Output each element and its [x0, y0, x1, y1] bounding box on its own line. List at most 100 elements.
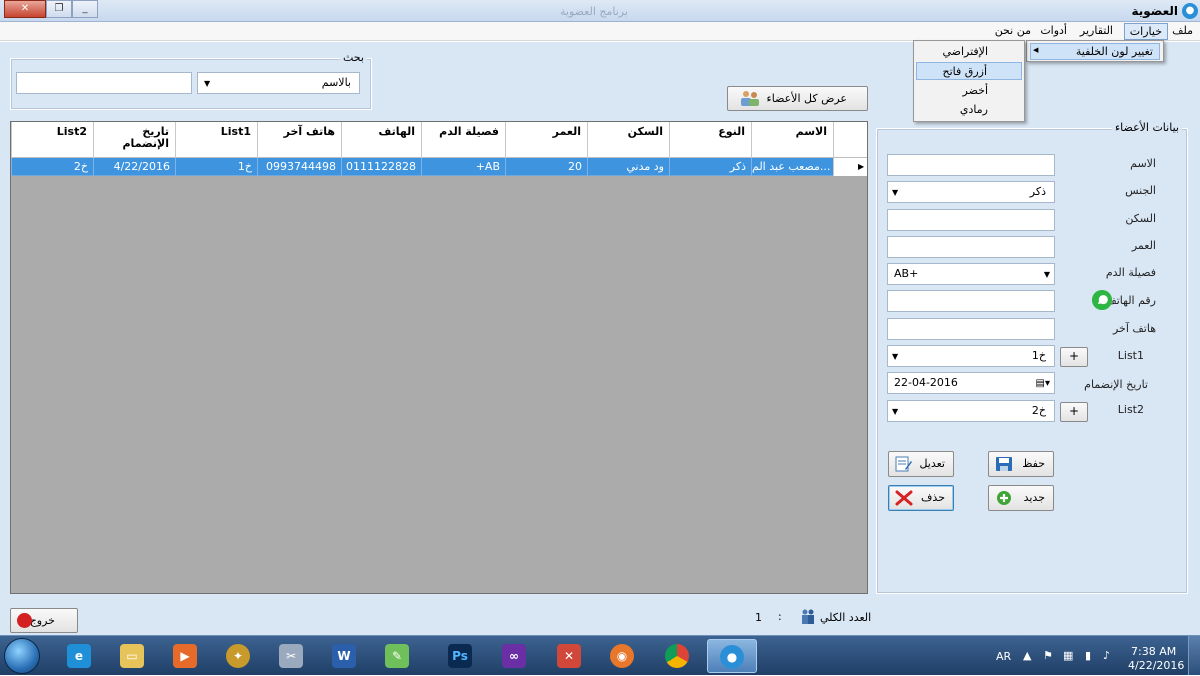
taskbar-ie[interactable]: e — [55, 639, 105, 673]
bg-gray-item[interactable]: رمادي — [916, 101, 1022, 119]
close-icon[interactable]: ✕ — [4, 0, 46, 18]
cell-age[interactable]: 20 — [505, 158, 587, 176]
clock-time[interactable]: 7:38 AM — [1131, 645, 1176, 658]
join-date-picker[interactable]: 22-04-2016 ▤▾ — [887, 372, 1055, 394]
cell-blood[interactable]: +AB — [421, 158, 505, 176]
cell-type[interactable]: ذكر — [669, 158, 751, 176]
name-field[interactable] — [887, 154, 1055, 176]
menu-tools[interactable]: أدوات — [1035, 23, 1072, 40]
col-name[interactable]: الاسم — [751, 122, 833, 158]
flag-icon[interactable]: ⚑ — [1043, 649, 1053, 662]
edit-label: تعديل — [919, 457, 945, 470]
signal-icon[interactable]: ▮ — [1085, 649, 1091, 662]
age-field[interactable] — [887, 236, 1055, 258]
chevron-down-icon: ▼ — [892, 188, 899, 197]
language-indicator[interactable]: AR — [996, 650, 1011, 663]
exit-button[interactable]: خروج — [10, 608, 78, 633]
search-by-value: بالاسم — [321, 76, 351, 89]
bg-default-item[interactable]: الإفتراضي — [916, 43, 1022, 61]
taskbar-media[interactable]: ▶ — [161, 639, 211, 673]
menu-options[interactable]: خيارات — [1123, 23, 1168, 40]
submenu-arrow-icon: ◀ — [1033, 46, 1039, 54]
save-label: حفظ — [1022, 457, 1045, 470]
gender-select[interactable]: ذكر ▼ — [887, 181, 1055, 203]
delete-label: حذف — [921, 491, 945, 504]
edit-button[interactable]: تعديل — [888, 451, 954, 477]
taskbar-visual-studio[interactable]: ∞ — [490, 639, 540, 673]
taskbar-explorer[interactable]: ▭ — [108, 639, 158, 673]
col-residence[interactable]: السكن — [587, 122, 669, 158]
label-list2: List2 — [1117, 403, 1144, 416]
search-by-select[interactable]: بالاسم ▼ — [197, 72, 360, 94]
col-list2[interactable]: List2 — [11, 122, 93, 158]
cell-phone2[interactable]: 0993744498 — [257, 158, 341, 176]
cell-list2[interactable]: خ2 — [11, 158, 93, 176]
phone2-field[interactable] — [887, 318, 1055, 340]
list2-select[interactable]: خ2 ▼ — [887, 400, 1055, 422]
cell-list1[interactable]: خ1 — [175, 158, 257, 176]
taskbar-xmind[interactable]: ✕ — [545, 639, 595, 673]
minimize-icon[interactable]: _ — [72, 0, 98, 18]
label-gender: الجنس — [1125, 184, 1156, 197]
show-desktop-button[interactable] — [1188, 636, 1200, 675]
list1-select[interactable]: خ1 ▼ — [887, 345, 1055, 367]
whatsapp-icon[interactable] — [1092, 290, 1112, 310]
taskbar-photoshop[interactable]: Ps — [436, 639, 486, 673]
clock-date[interactable]: 4/22/2016 — [1128, 659, 1184, 672]
col-type[interactable]: النوع — [669, 122, 751, 158]
cell-name[interactable]: مصعب عبد الم... — [751, 158, 833, 176]
delete-button[interactable]: حذف — [888, 485, 954, 511]
col-phone[interactable]: الهاتف — [341, 122, 421, 158]
menu-reports[interactable]: التقارير — [1075, 23, 1118, 40]
cell-phone[interactable]: 0111122828 — [341, 158, 421, 176]
window-title: العضوية — [1131, 4, 1178, 18]
show-all-members-button[interactable]: عرض كل الأعضاء — [727, 86, 868, 111]
network-icon[interactable]: ▦ — [1063, 649, 1073, 662]
col-phone2[interactable]: هاتف آخر — [257, 122, 341, 158]
list2-value: خ2 — [1031, 404, 1046, 417]
calendar-icon[interactable]: ▤▾ — [1036, 374, 1050, 394]
chevron-down-icon: ▼ — [892, 407, 899, 416]
taskbar-membership-app[interactable]: ● — [707, 639, 757, 673]
cell-residence[interactable]: ود مدني — [587, 158, 669, 176]
col-join-date[interactable]: تاريخ الإنضمام — [93, 122, 175, 158]
cell-join-date[interactable]: 4/22/2016 — [93, 158, 175, 176]
taskbar-firefox[interactable]: ◉ — [598, 639, 648, 673]
change-bg-menu-item[interactable]: تغيير لون الخلفية — [1030, 43, 1160, 60]
add-list1-button[interactable]: + — [1060, 347, 1088, 367]
restore-icon[interactable]: ❐ — [46, 0, 72, 18]
floppy-icon — [996, 457, 1012, 471]
volume-icon[interactable]: ♪ — [1103, 649, 1110, 662]
start-button[interactable] — [4, 638, 40, 674]
tray-expand-icon[interactable]: ▲ — [1023, 649, 1031, 662]
bg-light-blue-item[interactable]: أزرق فاتح — [916, 62, 1022, 80]
taskbar-word[interactable]: W — [320, 639, 370, 673]
taskbar-notepad[interactable]: ✎ — [373, 639, 423, 673]
total-separator: : — [778, 610, 782, 623]
col-blood[interactable]: فصيلة الدم — [421, 122, 505, 158]
members-grid[interactable]: الاسم النوع السكن العمر فصيلة الدم الهات… — [10, 121, 868, 594]
col-list1[interactable]: List1 — [175, 122, 257, 158]
photoshop-icon: Ps — [448, 644, 472, 668]
residence-field[interactable] — [887, 209, 1055, 231]
title-bar: ● العضوية برنامج العضوية ✕ ❐ _ — [0, 0, 1200, 22]
bg-green-item[interactable]: أخضر — [916, 82, 1022, 100]
taskbar-chrome[interactable] — [653, 639, 703, 673]
menu-about[interactable]: من نحن — [990, 23, 1036, 40]
save-button[interactable]: حفظ — [988, 451, 1054, 477]
faded-window-title: برنامج العضوية — [560, 5, 628, 18]
table-row[interactable]: ▶ مصعب عبد الم... ذكر ود مدني 20 +AB 011… — [11, 158, 867, 176]
menu-file[interactable]: ملف — [1167, 23, 1198, 40]
members-icon — [741, 91, 759, 106]
label-residence: السكن — [1125, 212, 1156, 225]
search-input[interactable] — [16, 72, 192, 94]
taskbar-app-gold[interactable]: ✦ — [214, 639, 264, 673]
col-age[interactable]: العمر — [505, 122, 587, 158]
new-button[interactable]: جديد — [988, 485, 1054, 511]
phone-field[interactable] — [887, 290, 1055, 312]
row-header[interactable]: ▶ — [833, 158, 867, 176]
blood-type-select[interactable]: AB+ ▼ — [887, 263, 1055, 285]
taskbar-tools[interactable]: ✂ — [267, 639, 317, 673]
chevron-down-icon: ▼ — [1043, 270, 1050, 279]
add-list2-button[interactable]: + — [1060, 402, 1088, 422]
